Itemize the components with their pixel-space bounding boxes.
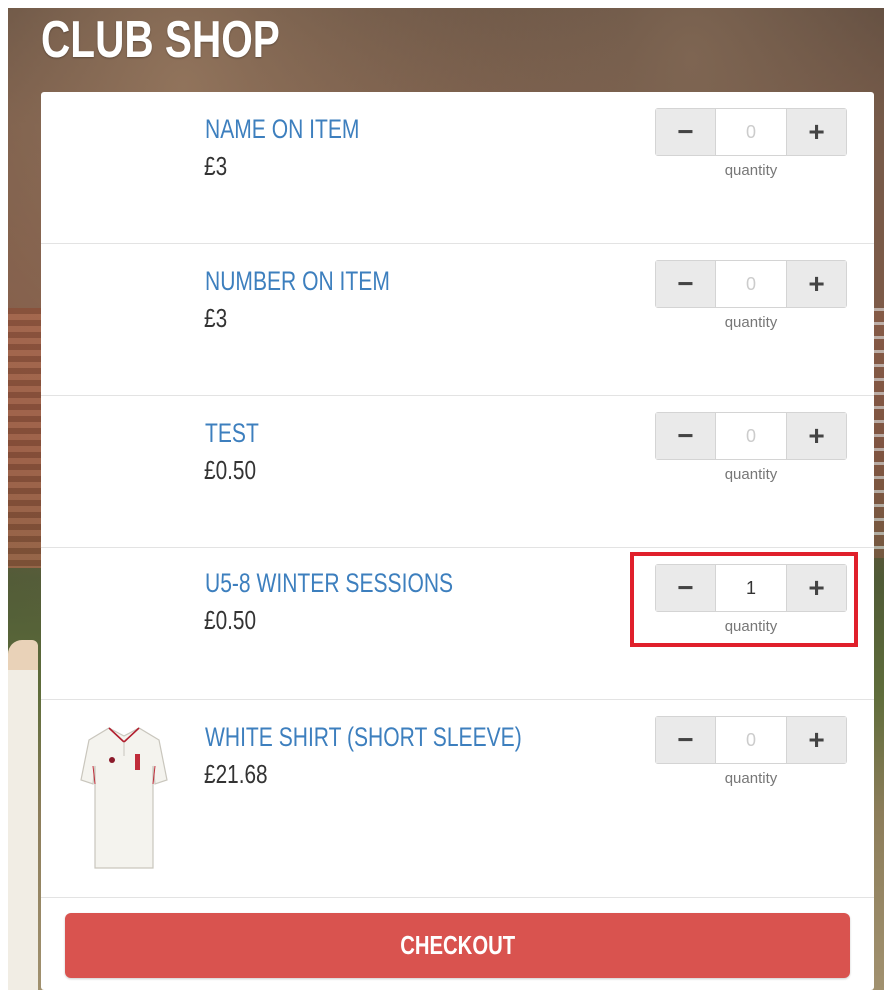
decrement-button[interactable]: − (656, 109, 716, 155)
white-shirt-icon[interactable] (79, 722, 169, 872)
quantity-stepper: − + (655, 716, 847, 764)
item-price: £3 (204, 303, 228, 333)
decrement-button[interactable]: − (656, 717, 716, 763)
item-price: £0.50 (204, 605, 257, 635)
highlight-box (630, 552, 858, 647)
list-item: NAME ON ITEM £3 − + quantity (41, 92, 874, 244)
item-name[interactable]: TEST (205, 420, 259, 447)
list-item: TEST £0.50 − + quantity (41, 396, 874, 548)
quantity-label: quantity (724, 770, 778, 787)
background-figure (8, 640, 38, 990)
checkout-button[interactable]: CHECKOUT (65, 913, 850, 978)
item-price: £0.50 (204, 455, 257, 485)
quantity-input[interactable] (716, 109, 786, 155)
shop-panel: NAME ON ITEM £3 − + quantity NUMBER ON I… (41, 92, 874, 990)
decrement-button[interactable]: − (656, 261, 716, 307)
quantity-stepper: − + (655, 108, 847, 156)
list-item: WHITE SHIRT (SHORT SLEEVE) £21.68 − + qu… (41, 700, 874, 898)
quantity-stepper: − + (655, 260, 847, 308)
quantity-label: quantity (724, 314, 778, 331)
decrement-button[interactable]: − (656, 413, 716, 459)
increment-button[interactable]: + (786, 261, 846, 307)
item-price: £3 (204, 151, 228, 181)
increment-button[interactable]: + (786, 109, 846, 155)
item-name[interactable]: NUMBER ON ITEM (205, 268, 390, 295)
increment-button[interactable]: + (786, 717, 846, 763)
increment-button[interactable]: + (786, 413, 846, 459)
quantity-stepper: − + (655, 412, 847, 460)
quantity-label: quantity (724, 162, 778, 179)
quantity-input[interactable] (716, 261, 786, 307)
item-price: £21.68 (204, 759, 268, 789)
checkout-label: CHECKOUT (400, 930, 515, 960)
item-name[interactable]: WHITE SHIRT (SHORT SLEEVE) (205, 724, 522, 751)
page-title: CLUB SHOP (41, 11, 280, 69)
item-name[interactable]: U5-8 WINTER SESSIONS (205, 570, 453, 597)
item-name[interactable]: NAME ON ITEM (205, 116, 359, 143)
quantity-label: quantity (724, 466, 778, 483)
list-item: NUMBER ON ITEM £3 − + quantity (41, 244, 874, 396)
quantity-input[interactable] (716, 413, 786, 459)
quantity-input[interactable] (716, 717, 786, 763)
